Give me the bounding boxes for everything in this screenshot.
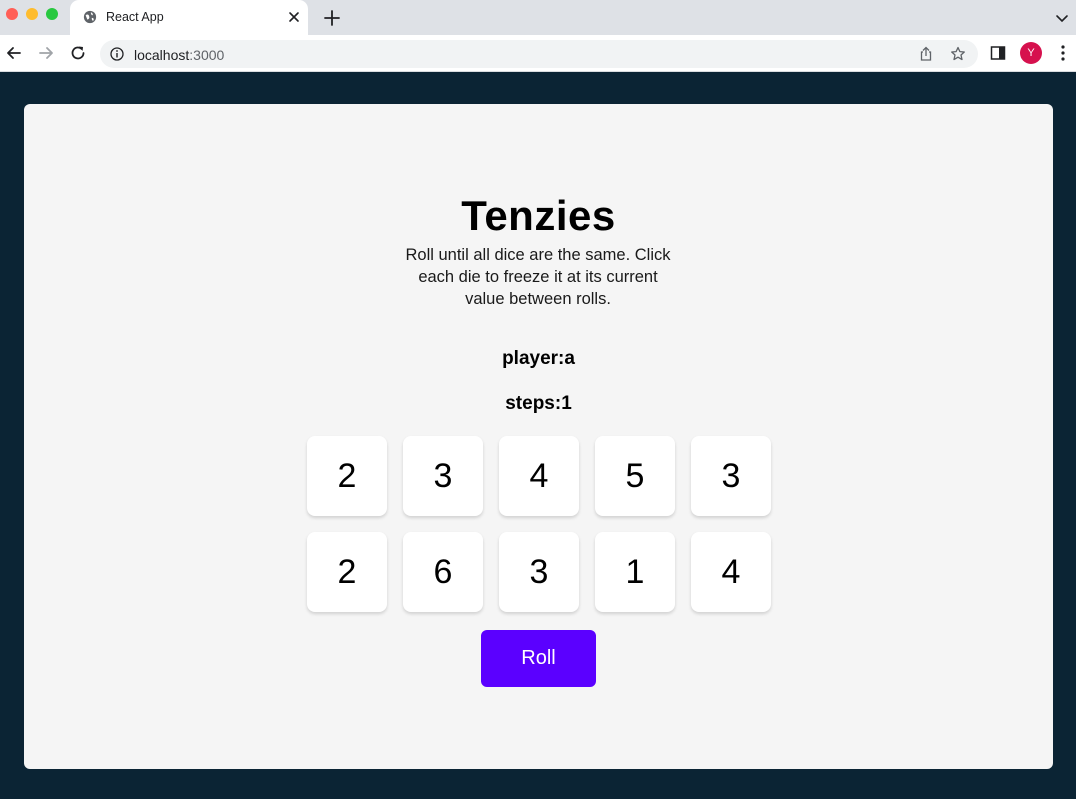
- steps-counter: steps:1: [505, 393, 572, 414]
- die[interactable]: 2: [307, 532, 387, 612]
- url-port: :3000: [189, 47, 225, 63]
- game-card: Tenzies Roll until all dice are the same…: [24, 104, 1053, 769]
- chevron-down-icon[interactable]: [1054, 10, 1070, 26]
- url-text: localhost:3000: [134, 47, 224, 63]
- roll-button[interactable]: Roll: [481, 630, 596, 687]
- info-icon[interactable]: [110, 47, 124, 61]
- tab-title: React App: [106, 10, 164, 24]
- window-zoom-button[interactable]: [46, 8, 58, 20]
- tab-bar: React App: [0, 0, 1076, 35]
- kebab-menu-icon[interactable]: [1056, 44, 1070, 62]
- plus-icon[interactable]: [322, 8, 342, 28]
- game-instructions: Roll until all dice are the same. Click …: [405, 246, 671, 308]
- die[interactable]: 3: [499, 532, 579, 612]
- die[interactable]: 4: [499, 436, 579, 516]
- forward-arrow-icon[interactable]: [36, 43, 56, 63]
- die[interactable]: 4: [691, 532, 771, 612]
- side-panel-icon[interactable]: [990, 45, 1006, 61]
- die[interactable]: 2: [307, 436, 387, 516]
- reload-icon[interactable]: [68, 43, 88, 63]
- die[interactable]: 3: [403, 436, 483, 516]
- share-icon[interactable]: [918, 46, 934, 62]
- back-arrow-icon[interactable]: [4, 43, 24, 63]
- die[interactable]: 3: [691, 436, 771, 516]
- star-icon[interactable]: [950, 46, 966, 62]
- die[interactable]: 6: [403, 532, 483, 612]
- globe-icon: [83, 10, 97, 24]
- window-close-button[interactable]: [6, 8, 18, 20]
- close-icon[interactable]: [286, 9, 302, 25]
- browser-toolbar: localhost:3000 Y: [0, 35, 1076, 72]
- game-title: Tenzies: [461, 192, 616, 239]
- avatar[interactable]: Y: [1020, 42, 1042, 64]
- player-label: player:a: [502, 348, 575, 369]
- page-viewport: Tenzies Roll until all dice are the same…: [0, 72, 1076, 799]
- window-minimize-button[interactable]: [26, 8, 38, 20]
- address-bar[interactable]: localhost:3000: [100, 40, 978, 68]
- browser-tab[interactable]: React App: [70, 0, 308, 35]
- die[interactable]: 5: [595, 436, 675, 516]
- dice-grid: 2 3 4 5 3 2 6 3 1 4: [307, 436, 771, 612]
- die[interactable]: 1: [595, 532, 675, 612]
- url-host: localhost: [134, 47, 190, 63]
